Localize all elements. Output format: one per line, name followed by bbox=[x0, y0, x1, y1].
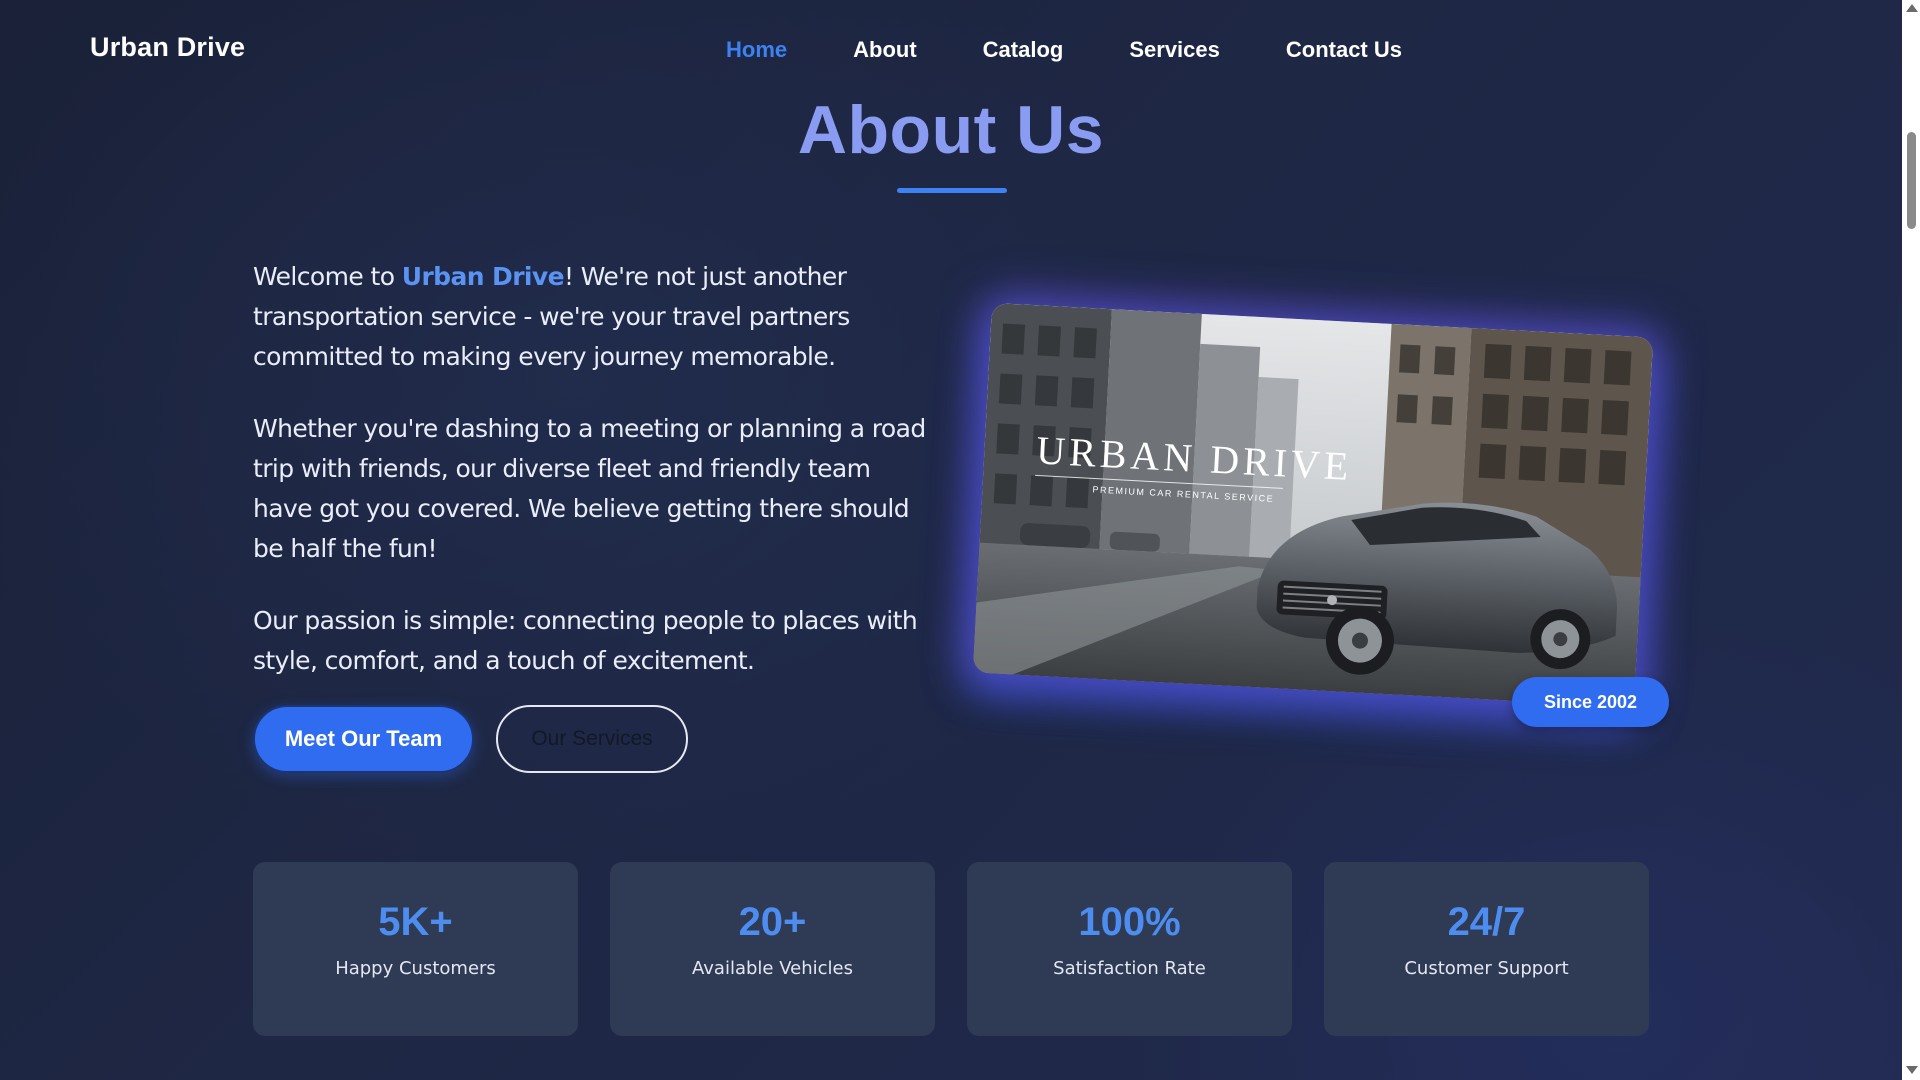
stat-label: Available Vehicles bbox=[692, 958, 853, 979]
stat-value: 100% bbox=[1078, 900, 1181, 944]
page: Urban Drive Home About Catalog Services … bbox=[0, 0, 1902, 1080]
stat-label: Customer Support bbox=[1404, 958, 1569, 979]
title-underline bbox=[897, 188, 1007, 193]
stat-card-support: 24/7 Customer Support bbox=[1324, 862, 1649, 1036]
stat-label: Satisfaction Rate bbox=[1053, 958, 1206, 979]
meet-our-team-button[interactable]: Meet Our Team bbox=[253, 705, 474, 773]
since-badge: Since 2002 bbox=[1512, 677, 1669, 727]
brand-logo[interactable]: Urban Drive bbox=[90, 32, 245, 63]
car-photo-illustration: URBAN DRIVE PREMIUM CAR RENTAL SERVICE bbox=[972, 302, 1654, 708]
stat-card-satisfaction: 100% Satisfaction Rate bbox=[967, 862, 1292, 1036]
scroll-up-arrow-icon[interactable] bbox=[1906, 4, 1918, 12]
passion-paragraph: Our passion is simple: connecting people… bbox=[253, 606, 918, 675]
main-nav: Home About Catalog Services Contact Us bbox=[726, 36, 1402, 64]
intro-brand-highlight: Urban Drive bbox=[401, 262, 565, 291]
nav-about[interactable]: About bbox=[853, 36, 917, 64]
stat-label: Happy Customers bbox=[335, 958, 496, 979]
intro-paragraph: Welcome to Urban Drive! We're not just a… bbox=[253, 257, 933, 377]
page-title: About Us bbox=[797, 92, 1105, 168]
nav-contact-us[interactable]: Contact Us bbox=[1286, 36, 1402, 64]
nav-catalog[interactable]: Catalog bbox=[983, 36, 1064, 64]
nav-home[interactable]: Home bbox=[726, 36, 787, 64]
stat-value: 20+ bbox=[738, 900, 807, 944]
stat-value: 5K+ bbox=[378, 900, 453, 944]
nav-services[interactable]: Services bbox=[1129, 36, 1220, 64]
scrollbar-thumb[interactable] bbox=[1907, 132, 1916, 229]
about-text: Welcome to Urban Drive! We're not just a… bbox=[253, 257, 933, 713]
fleet-paragraph: Whether you're dashing to a meeting or p… bbox=[253, 414, 926, 563]
vertical-scrollbar[interactable] bbox=[1902, 0, 1920, 1080]
hero-car-image: URBAN DRIVE PREMIUM CAR RENTAL SERVICE bbox=[972, 302, 1654, 708]
stat-card-customers: 5K+ Happy Customers bbox=[253, 862, 578, 1036]
stat-card-vehicles: 20+ Available Vehicles bbox=[610, 862, 935, 1036]
intro-before: Welcome to bbox=[253, 262, 402, 291]
stat-value: 24/7 bbox=[1447, 900, 1526, 944]
scroll-down-arrow-icon[interactable] bbox=[1906, 1066, 1918, 1074]
our-services-button[interactable]: Our Services bbox=[496, 705, 688, 773]
